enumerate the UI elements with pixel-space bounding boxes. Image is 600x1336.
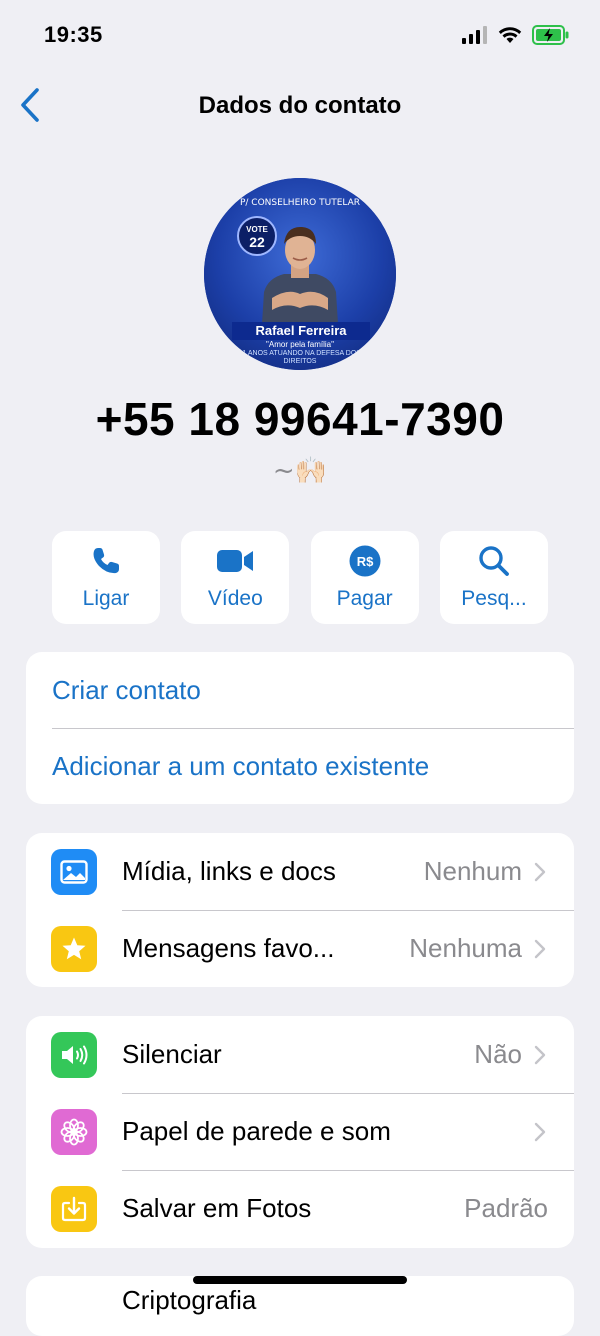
contact-avatar[interactable]: P/ CONSELHEIRO TUTELAR VOTE 22 Rafael Fe… bbox=[204, 178, 396, 370]
settings-card: Silenciar Não Papel de parede e som Salv… bbox=[26, 1016, 574, 1248]
home-indicator[interactable] bbox=[193, 1276, 407, 1284]
search-icon bbox=[478, 545, 510, 577]
save-download-icon bbox=[51, 1185, 97, 1232]
chevron-right-icon bbox=[534, 1122, 548, 1142]
pay-button[interactable]: R$ Pagar bbox=[310, 531, 419, 624]
wifi-icon bbox=[498, 27, 522, 43]
chevron-right-icon bbox=[534, 939, 548, 959]
media-card: Mídia, links e docs Nenhum Mensagens fav… bbox=[26, 833, 574, 987]
avatar-footer-text: 11 ANOS ATUANDO NA DEFESA DOS DIREITOS bbox=[239, 350, 361, 365]
contact-about-status: ~🙌🏻 bbox=[272, 456, 328, 486]
photo-icon bbox=[51, 848, 97, 895]
save-to-photos-label: Salvar em Fotos bbox=[122, 1193, 312, 1223]
person-photo-icon bbox=[262, 226, 338, 324]
add-to-existing-contact-link[interactable]: Adicionar a um contato existente bbox=[26, 728, 574, 804]
contact-options-card: Criar contato Adicionar a um contato exi… bbox=[26, 652, 574, 804]
chevron-right-icon bbox=[534, 862, 548, 882]
pay-label: Pagar bbox=[336, 587, 393, 610]
status-bar: 19:35 bbox=[0, 0, 600, 70]
mute-value: Não bbox=[474, 1039, 522, 1069]
starred-messages-label: Mensagens favo... bbox=[122, 933, 335, 963]
wallpaper-sound-label: Papel de parede e som bbox=[122, 1116, 391, 1146]
wallpaper-sound-row[interactable]: Papel de parede e som bbox=[26, 1093, 574, 1170]
mute-label: Silenciar bbox=[122, 1039, 222, 1069]
starred-messages-row[interactable]: Mensagens favo... Nenhuma bbox=[26, 910, 574, 987]
call-label: Ligar bbox=[82, 587, 130, 610]
video-icon bbox=[216, 545, 254, 577]
status-time: 19:35 bbox=[44, 22, 103, 47]
save-to-photos-row[interactable]: Salvar em Fotos Padrão bbox=[26, 1170, 574, 1247]
avatar-slogan: "Amor pela família" bbox=[266, 340, 334, 349]
encryption-card bbox=[26, 1276, 574, 1336]
quick-actions: Ligar Vídeo R$ Pagar Pesq... bbox=[52, 531, 548, 624]
cellular-signal-icon bbox=[462, 26, 487, 44]
save-to-photos-value: Padrão bbox=[464, 1193, 548, 1223]
search-label: Pesq... bbox=[461, 587, 527, 610]
page-title: Dados do contato bbox=[198, 92, 402, 119]
media-links-docs-label: Mídia, links e docs bbox=[122, 856, 336, 886]
status-icons bbox=[462, 25, 570, 45]
contact-phone-number[interactable]: +55 18 99641-7390 bbox=[0, 392, 600, 446]
call-button[interactable]: Ligar bbox=[52, 531, 160, 624]
payment-icon: R$ bbox=[349, 545, 381, 577]
chevron-right-icon bbox=[534, 1045, 548, 1065]
media-links-docs-row[interactable]: Mídia, links e docs Nenhum bbox=[26, 833, 574, 910]
create-contact-link[interactable]: Criar contato bbox=[26, 652, 574, 728]
media-links-docs-value: Nenhum bbox=[423, 856, 522, 886]
star-icon bbox=[51, 925, 97, 972]
avatar-top-text: P/ CONSELHEIRO TUTELAR bbox=[239, 198, 361, 208]
avatar-name: Rafael Ferreira bbox=[232, 322, 370, 340]
video-call-button[interactable]: Vídeo bbox=[181, 531, 290, 624]
search-button[interactable]: Pesq... bbox=[439, 531, 548, 624]
navigation-bar: Dados do contato bbox=[0, 70, 600, 140]
payment-icon-text: R$ bbox=[356, 554, 373, 569]
encryption-label[interactable]: Criptografia bbox=[122, 1285, 256, 1316]
speaker-icon bbox=[51, 1031, 97, 1078]
battery-charging-icon bbox=[532, 25, 569, 45]
mute-row[interactable]: Silenciar Não bbox=[26, 1016, 574, 1093]
starred-messages-value: Nenhuma bbox=[409, 933, 522, 963]
flower-icon bbox=[51, 1108, 97, 1155]
video-label: Vídeo bbox=[207, 587, 263, 610]
phone-icon bbox=[91, 545, 121, 577]
